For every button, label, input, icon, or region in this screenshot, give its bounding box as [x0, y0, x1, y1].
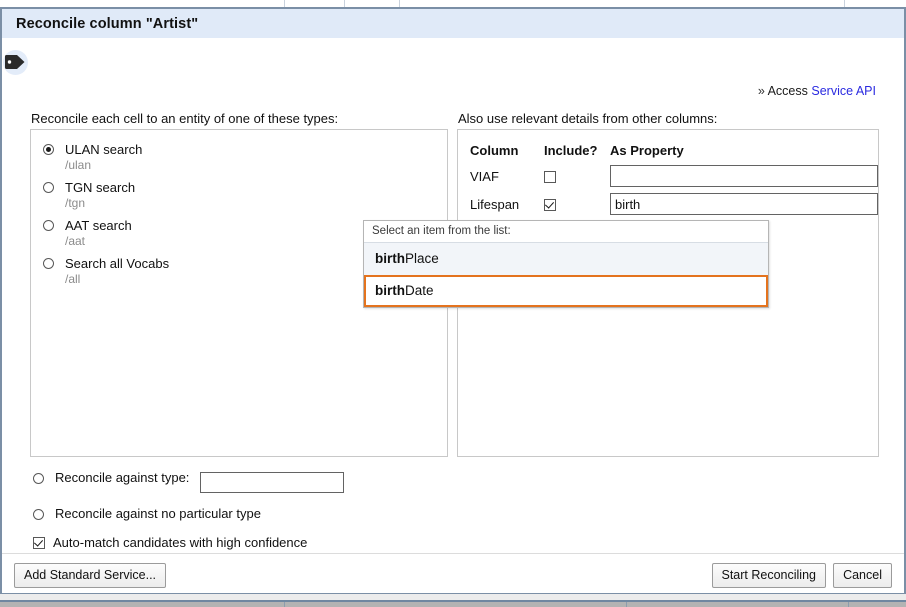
background-bottom-fill: [0, 602, 906, 607]
reconcile-type-input[interactable]: [200, 472, 344, 493]
background-column-divider: [284, 602, 285, 607]
service-option-ulan[interactable]: ULAN search /ulan: [43, 142, 447, 173]
suggestion-hint: Select an item from the list:: [364, 221, 768, 243]
radio-icon[interactable]: [43, 144, 54, 155]
table-row: VIAF: [458, 165, 878, 193]
include-checkbox-viaf[interactable]: [544, 171, 556, 183]
service-name: ULAN search: [65, 142, 447, 158]
property-cell: [610, 165, 878, 193]
suggestion-rest: Date: [405, 283, 434, 298]
auto-match-checkbox[interactable]: [33, 537, 45, 549]
property-input-viaf[interactable]: [610, 165, 878, 187]
property-suggestion-dropdown: Select an item from the list: birthPlace…: [363, 220, 769, 308]
auto-match-row: Auto-match candidates with high confiden…: [33, 535, 307, 550]
service-api-link[interactable]: Service API: [811, 84, 876, 98]
access-label: Access: [768, 84, 808, 98]
radio-icon[interactable]: [43, 220, 54, 231]
reconcile-against-type-label: Reconcile against type:: [55, 470, 189, 485]
property-input-lifespan[interactable]: [610, 193, 878, 215]
include-checkbox-lifespan[interactable]: [544, 199, 556, 211]
suggestion-item-birthdate[interactable]: birthDate: [364, 275, 768, 307]
service-option-tgn[interactable]: TGN search /tgn: [43, 180, 447, 211]
suggestion-rest: Place: [405, 251, 439, 266]
include-cell: [544, 165, 610, 193]
dialog-title-bar: Reconcile column "Artist": [2, 9, 904, 39]
auto-match-label: Auto-match candidates with high confiden…: [53, 535, 307, 550]
radio-icon[interactable]: [33, 473, 44, 484]
reconcile-no-type-option[interactable]: Reconcile against no particular type: [33, 506, 261, 521]
background-cell: [0, 0, 285, 7]
table-row: Lifespan: [458, 193, 878, 221]
column-name-viaf: VIAF: [458, 165, 544, 193]
columns-table: Column Include? As Property VIAF: [458, 143, 878, 221]
page-title: Reconcile column "Artist": [16, 16, 198, 32]
cancel-button[interactable]: Cancel: [833, 563, 892, 588]
radio-icon[interactable]: [43, 182, 54, 193]
reconcile-against-type-option[interactable]: Reconcile against type:: [33, 470, 189, 485]
suggestion-item-birthplace[interactable]: birthPlace: [364, 243, 768, 275]
background-column-divider: [626, 602, 627, 607]
background-column-divider: [848, 602, 849, 607]
suggestion-match-prefix: birth: [375, 251, 405, 266]
background-cell: [400, 0, 845, 7]
radio-icon[interactable]: [43, 258, 54, 269]
column-name-lifespan: Lifespan: [458, 193, 544, 221]
property-cell: [610, 193, 878, 221]
suggestion-match-prefix: birth: [375, 283, 405, 298]
background-table-top-strip: [0, 0, 906, 8]
dialog-footer: Add Standard Service... Start Reconcilin…: [2, 553, 904, 593]
include-cell: [544, 193, 610, 221]
reconcile-no-type-label: Reconcile against no particular type: [55, 506, 261, 521]
background-cell: [345, 0, 400, 7]
service-path: /ulan: [65, 158, 447, 173]
reconcile-against-type-row: Reconcile against type:: [33, 470, 344, 493]
tag-icon: [3, 50, 28, 75]
start-reconciling-button[interactable]: Start Reconciling: [712, 563, 827, 588]
dialog-body: » Access Service API Reconcile each cell…: [2, 39, 904, 554]
access-service-api: » Access Service API: [758, 84, 876, 98]
auto-match-option[interactable]: Auto-match candidates with high confiden…: [33, 535, 307, 550]
left-panel-heading: Reconcile each cell to an entity of one …: [31, 111, 338, 126]
column-header-column: Column: [458, 143, 544, 165]
reconcile-no-type-row: Reconcile against no particular type: [33, 506, 261, 521]
chevron-double-right-icon: »: [758, 84, 765, 98]
table-header-row: Column Include? As Property: [458, 143, 878, 165]
service-name: TGN search: [65, 180, 447, 196]
background-cell: [285, 0, 345, 7]
right-panel-heading: Also use relevant details from other col…: [458, 111, 717, 126]
add-standard-service-button[interactable]: Add Standard Service...: [14, 563, 166, 588]
column-header-property: As Property: [610, 143, 878, 165]
radio-icon[interactable]: [33, 509, 44, 520]
service-path: /tgn: [65, 196, 447, 211]
column-header-include: Include?: [544, 143, 610, 165]
reconcile-dialog: Reconcile column "Artist" » Access Servi…: [0, 8, 906, 594]
